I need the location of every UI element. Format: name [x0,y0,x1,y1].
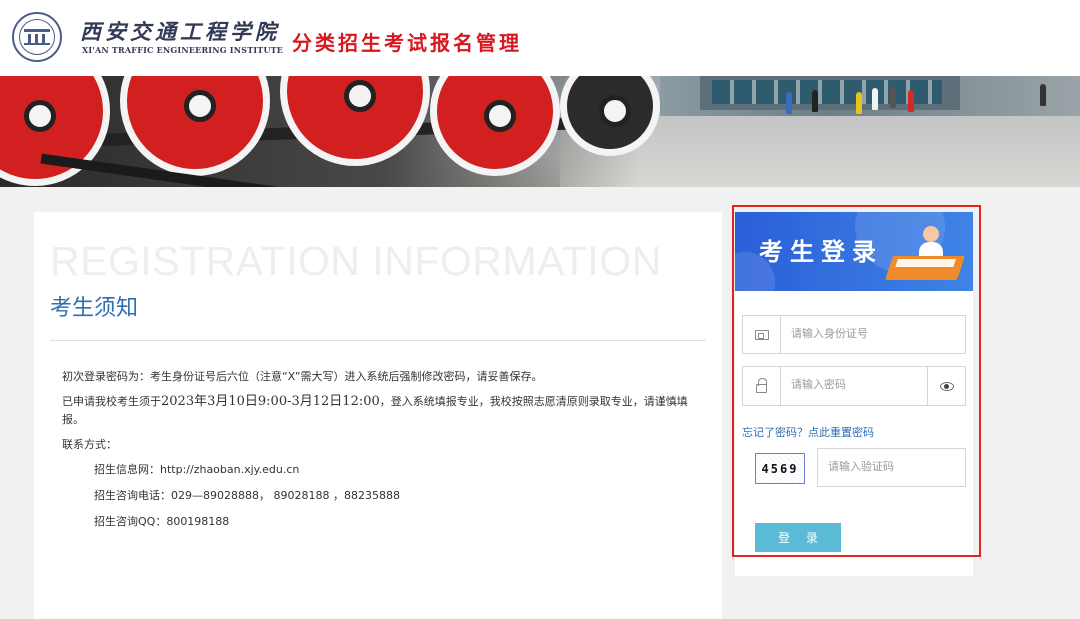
notice-body: 初次登录密码为：考生身份证号后六位（注意“X”需大写）进入系统后强制修改密码，请… [62,368,702,539]
eye-icon [939,381,954,391]
contact-label: 联系方式： [62,438,117,451]
id-number-input[interactable] [791,327,959,340]
notice-line-deadline: 已申请我校考生须于2023年3月10日9:00-3月12日12:00，登入系统填… [62,394,688,426]
login-button[interactable]: 登 录 [755,523,841,552]
system-title: 分类招生考试报名管理 [292,31,522,55]
school-name-en: XI'AN TRAFFIC ENGINEERING INSTITUTE [82,45,284,55]
notice-title: 考生须知 [50,296,139,321]
notice-panel: REGISTRATION INFORMATION 考生须知 初次登录密码为：考生… [34,212,722,619]
deadline-dates: 2023年3月10日9:00-3月12日12:00 [161,394,380,409]
notice-line-password: 初次登录密码为：考生身份证号后六位（注意“X”需大写）进入系统后强制修改密码，请… [62,370,543,383]
lock-icon [743,367,781,405]
contact-qq: 招生咨询QQ：800198188 [94,515,230,528]
id-number-field[interactable] [742,315,966,354]
contact-website: 招生信息网：http://zhaoban.xjy.edu.cn [94,463,300,476]
school-name-cn: 西安交通工程学院 [80,19,280,44]
school-logo[interactable] [12,12,62,62]
captcha-input[interactable] [828,460,958,473]
captcha-image[interactable]: 4569 [755,453,805,484]
ghost-title: REGISTRATION INFORMATION [50,238,662,284]
id-card-icon [743,316,781,353]
contact-phone: 招生咨询电话：029—89028888， 89028188 ，88235888 [94,489,400,502]
reset-password-link[interactable]: 忘记了密码？点此重置密码 [742,424,874,440]
show-password-button[interactable] [927,366,966,406]
password-input[interactable] [791,378,921,391]
password-field[interactable] [742,366,928,406]
captcha-field[interactable] [817,448,966,487]
divider [50,340,706,341]
banner-image [0,76,1080,187]
header: 西安交通工程学院 XI'AN TRAFFIC ENGINEERING INSTI… [0,0,1080,76]
